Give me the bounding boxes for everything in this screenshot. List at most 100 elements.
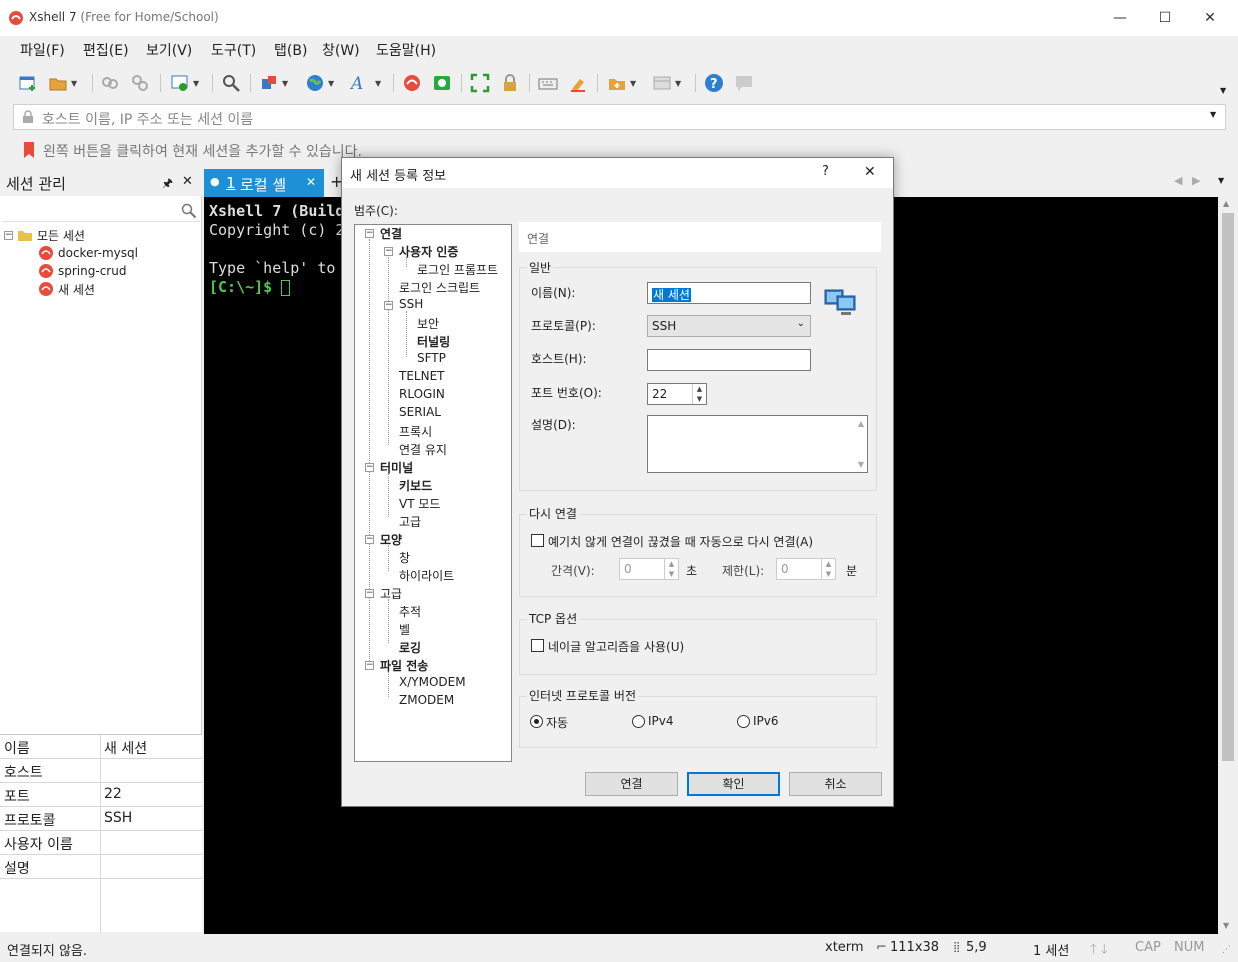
new-session-button[interactable] — [18, 72, 38, 94]
tab-scroll-left-icon[interactable]: ◀ — [1174, 174, 1182, 187]
tree-item-proxy[interactable]: 프록시 — [399, 423, 432, 440]
tree-item-connection[interactable]: 연결 — [380, 225, 402, 242]
find-button[interactable] — [221, 72, 241, 94]
fullscreen-button[interactable] — [470, 72, 490, 94]
keyboard-button[interactable] — [538, 72, 558, 94]
xftp-button[interactable] — [432, 72, 452, 94]
port-field[interactable]: 22 ▲ ▼ — [647, 383, 707, 405]
connect-button[interactable]: 연결 — [585, 772, 678, 796]
menu-help[interactable]: 도움말(H) — [376, 40, 436, 60]
tree-item-advanced[interactable]: 고급 — [380, 585, 402, 602]
description-field[interactable]: ▲ ▼ — [647, 415, 868, 473]
encoding-button[interactable]: ▼ — [305, 72, 334, 94]
spin-up-icon[interactable]: ▲ — [692, 384, 706, 394]
spin-down-icon[interactable]: ▼ — [664, 569, 678, 579]
tree-item-sftp[interactable]: SFTP — [417, 351, 446, 365]
lock-button[interactable] — [500, 72, 520, 94]
reconnect-button[interactable] — [100, 72, 120, 94]
tab-scroll-right-icon[interactable]: ▶ — [1192, 174, 1200, 187]
chat-button[interactable] — [734, 72, 754, 94]
collapse-icon[interactable]: − — [365, 535, 374, 544]
tree-item-logging[interactable]: 로깅 — [399, 639, 421, 656]
collapse-icon[interactable]: − — [365, 229, 374, 238]
toolbar-overflow-icon[interactable]: ▼ — [1220, 86, 1226, 95]
address-bar[interactable]: 호스트 이름, IP 주소 또는 세션 이름 ▼ — [13, 104, 1226, 130]
spin-down-icon[interactable]: ▼ — [821, 569, 835, 579]
ipv4-radio[interactable] — [632, 715, 645, 728]
open-session-button[interactable]: ▼ — [48, 72, 77, 94]
tree-item-user-auth[interactable]: 사용자 인증 — [399, 243, 458, 260]
collapse-icon[interactable]: − — [4, 230, 13, 240]
tree-item-keepalive[interactable]: 연결 유지 — [399, 441, 447, 458]
tree-item-rlogin[interactable]: RLOGIN — [399, 387, 445, 401]
collapse-icon[interactable]: − — [365, 661, 374, 670]
tree-item-login-prompt[interactable]: 로그인 프롬프트 — [417, 261, 498, 278]
cancel-button[interactable]: 취소 — [789, 772, 882, 796]
transfer-button[interactable]: ▼ — [259, 72, 288, 94]
session-properties-button[interactable]: ▼ — [170, 72, 199, 94]
tree-item-security[interactable]: 보안 — [417, 315, 439, 332]
collapse-icon[interactable]: − — [365, 589, 374, 598]
scroll-updown-icon[interactable]: 🡑 🡓 — [1090, 940, 1108, 962]
layout-button[interactable]: ▼ — [652, 72, 681, 94]
dialog-close-button[interactable]: ✕ — [864, 164, 876, 180]
session-item[interactable]: docker-mysql — [4, 244, 199, 262]
menu-tools[interactable]: 도구(T) — [211, 40, 256, 60]
spin-down-icon[interactable]: ▼ — [692, 394, 706, 404]
tree-item-login-script[interactable]: 로그인 스크립트 — [399, 279, 480, 296]
tree-item-serial[interactable]: SERIAL — [399, 405, 441, 419]
session-search-input[interactable] — [2, 200, 200, 222]
ipv6-radio[interactable] — [737, 715, 750, 728]
tree-item-ssh[interactable]: SSH — [399, 297, 423, 311]
help-button[interactable]: ? — [704, 72, 724, 94]
tree-item-zmodem[interactable]: ZMODEM — [399, 693, 454, 707]
dialog-help-button[interactable]: ? — [822, 164, 829, 179]
tree-item-appearance[interactable]: 모양 — [380, 531, 402, 548]
tree-item-vt-mode[interactable]: VT 모드 — [399, 495, 440, 512]
tree-item-highlight[interactable]: 하이라이트 — [399, 567, 454, 584]
interval-field[interactable]: 0 ▲ ▼ — [619, 558, 679, 580]
chevron-down-icon[interactable]: ▼ — [1210, 110, 1216, 119]
tree-item-xymodem[interactable]: X/YMODEM — [399, 675, 466, 689]
menu-file[interactable]: 파일(F) — [20, 40, 65, 60]
host-field[interactable] — [647, 349, 811, 371]
scroll-down-icon[interactable]: ▼ — [1223, 921, 1229, 930]
ip-auto-radio[interactable] — [530, 715, 543, 728]
menu-tab[interactable]: 탭(B) — [274, 40, 307, 60]
collapse-icon[interactable]: − — [384, 247, 393, 256]
pin-icon[interactable]: 🖈 — [162, 174, 173, 195]
session-item[interactable]: spring-crud — [4, 262, 199, 280]
terminal-scrollbar[interactable]: ▲ ▼ — [1218, 197, 1238, 934]
auto-reconnect-checkbox[interactable] — [531, 534, 544, 547]
tree-item-terminal-advanced[interactable]: 고급 — [399, 513, 421, 530]
tree-item-file-transfer[interactable]: 파일 전송 — [380, 657, 428, 674]
tree-item-tunneling[interactable]: 터널링 — [417, 333, 450, 350]
nagle-checkbox[interactable] — [531, 639, 544, 652]
tree-item-keyboard[interactable]: 키보드 — [399, 477, 432, 494]
minimize-button[interactable]: — — [1098, 6, 1142, 30]
tree-item-trace[interactable]: 추적 — [399, 603, 421, 620]
collapse-icon[interactable]: − — [365, 463, 374, 472]
menu-window[interactable]: 창(W) — [322, 40, 360, 60]
xshell-button[interactable] — [402, 72, 422, 94]
menu-view[interactable]: 보기(V) — [146, 40, 192, 60]
tab-local-shell[interactable]: ● 1 로컬 셸 ✕ — [204, 169, 324, 197]
tree-item-telnet[interactable]: TELNET — [399, 369, 445, 383]
tree-root-all-sessions[interactable]: − 모든 세션 — [4, 226, 199, 244]
scroll-thumb[interactable] — [1222, 213, 1234, 761]
limit-field[interactable]: 0 ▲ ▼ — [776, 558, 836, 580]
name-field[interactable]: 새 세션 — [647, 282, 811, 304]
session-item[interactable]: 새 세션 — [4, 280, 199, 298]
resize-grip-icon[interactable]: ⋰ — [1222, 945, 1231, 955]
highlight-button[interactable] — [568, 72, 588, 94]
spin-up-icon[interactable]: ▲ — [821, 559, 835, 569]
close-panel-icon[interactable]: ✕ — [182, 174, 193, 189]
protocol-select[interactable]: SSH ⌄ — [647, 315, 811, 337]
add-to-links-button[interactable]: ▼ — [607, 72, 636, 94]
font-button[interactable]: A ▼ — [350, 72, 381, 94]
tree-item-window[interactable]: 창 — [399, 549, 410, 566]
maximize-button[interactable]: ☐ — [1143, 6, 1187, 30]
spin-up-icon[interactable]: ▲ — [664, 559, 678, 569]
close-window-button[interactable]: ✕ — [1188, 6, 1232, 30]
scroll-up-icon[interactable]: ▲ — [1223, 199, 1229, 208]
